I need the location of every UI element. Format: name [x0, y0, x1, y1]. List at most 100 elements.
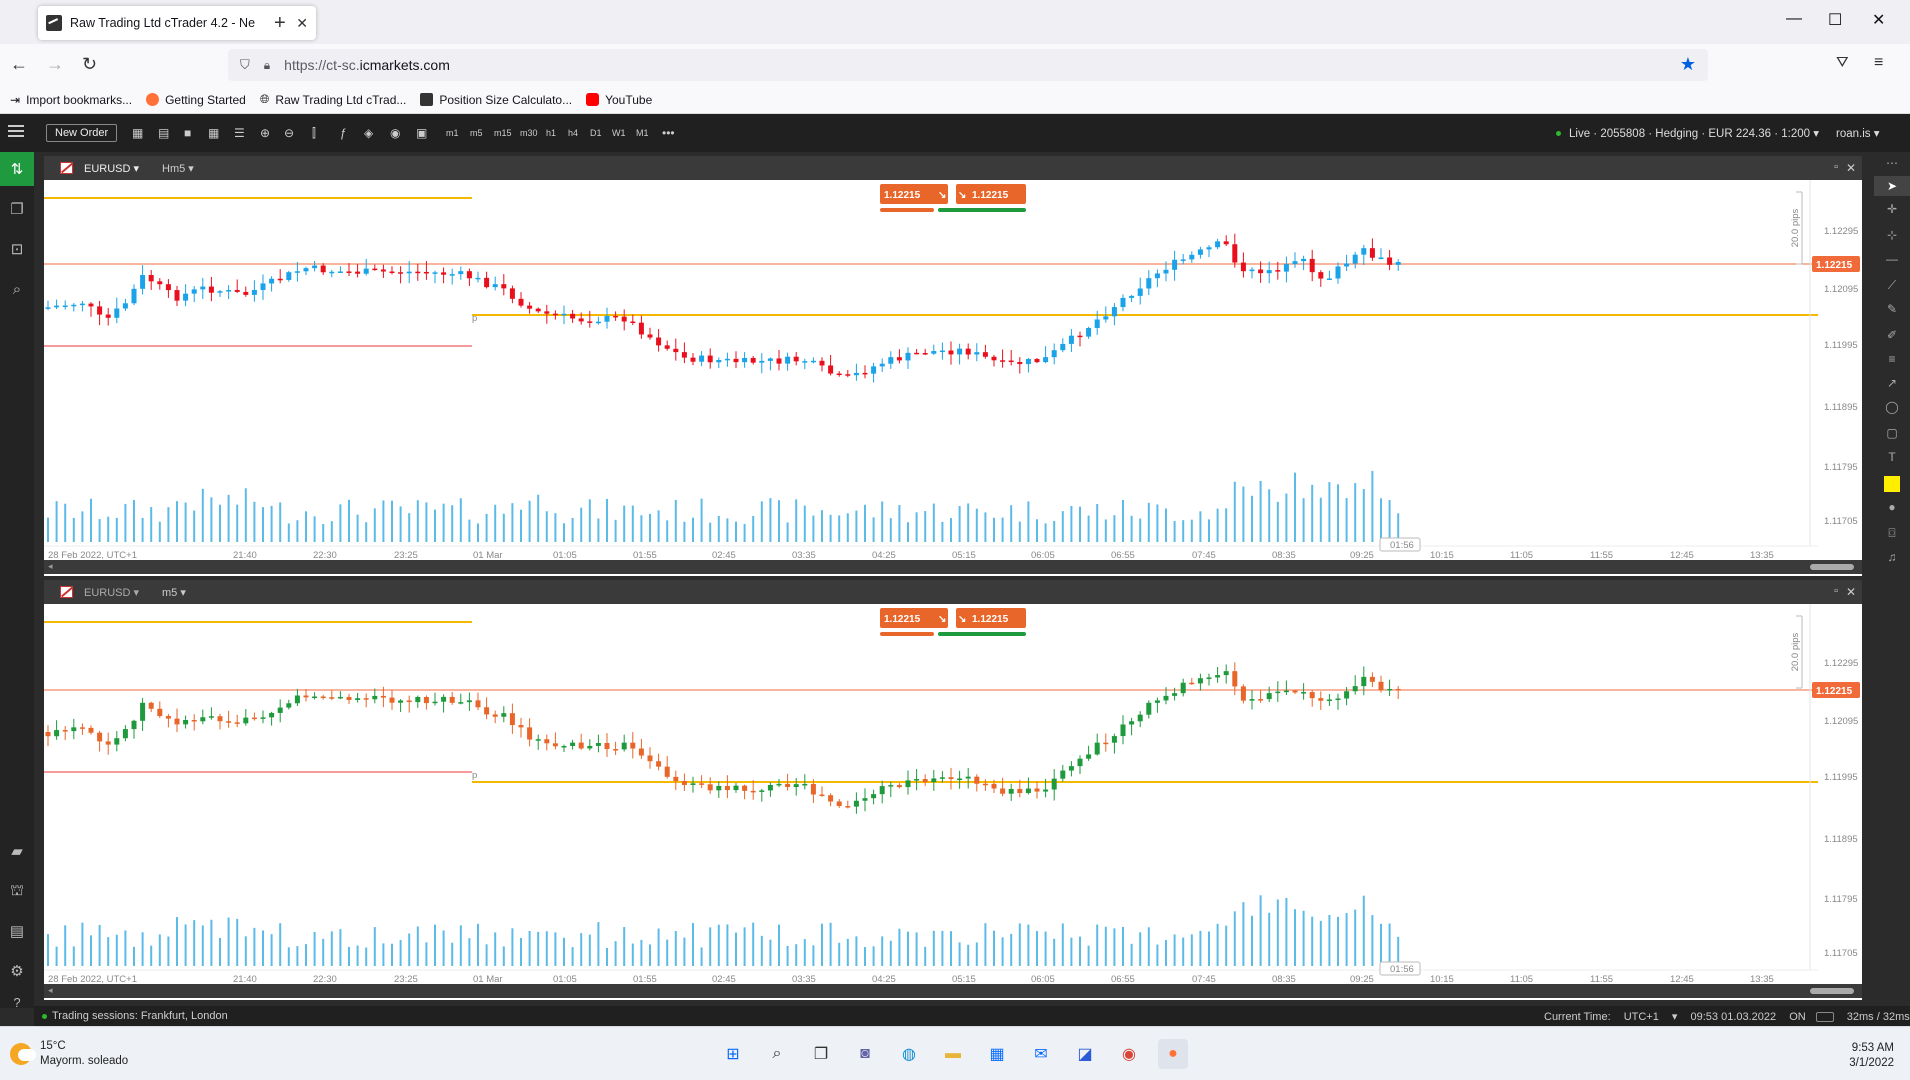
arrow-icon[interactable]: ↗ [1874, 376, 1910, 390]
chart-symbol[interactable]: EURUSD ▾ [84, 162, 139, 175]
bookmark-position-size[interactable]: Position Size Calculato... [420, 93, 572, 107]
pencil-icon[interactable]: ✐ [1874, 328, 1910, 342]
rectangle-icon[interactable]: ▢ [1874, 426, 1910, 440]
close-window-icon[interactable]: ✕ [1872, 10, 1885, 30]
price-chart-svg[interactable]: p 1.12295 1.12095 1.11995 1.11895 1.11795 1.11… [44, 604, 1862, 985]
mail-icon[interactable]: ✉ [1026, 1039, 1056, 1069]
search-icon[interactable]: ⌕ [762, 1039, 792, 1069]
automate-icon[interactable]: ⊡ [0, 232, 34, 266]
lock-icon[interactable]: 🔒︎ [264, 58, 270, 73]
bookmark-getting-started[interactable]: Getting Started [146, 93, 246, 107]
chart-symbol[interactable]: EURUSD ▾ [84, 586, 139, 599]
maximize-icon[interactable]: ☐ [1828, 10, 1842, 30]
eye-icon[interactable]: ◉ [390, 126, 400, 140]
analyze-icon[interactable]: ⌕ [0, 272, 34, 306]
chart-type-icon[interactable]: ⫿ [312, 126, 316, 141]
tf-m1[interactable]: m1 [446, 128, 459, 138]
scroll-thumb[interactable] [1810, 988, 1854, 994]
settings-icon[interactable]: ⚙ [0, 954, 34, 988]
url-text[interactable]: https://ct-sc.icmarkets.com [284, 57, 450, 73]
weather-widget[interactable]: 15°C Mayorm. soleado [10, 1039, 128, 1069]
menu-icon[interactable]: ≡ [1874, 54, 1883, 72]
text-icon[interactable]: T [1874, 450, 1910, 464]
bookmark-star-icon[interactable]: ★ [1680, 54, 1696, 75]
file-explorer-icon[interactable]: ▬ [938, 1039, 968, 1069]
zoom-in-icon[interactable]: ⊕ [260, 126, 270, 140]
layout-icon[interactable]: ▤ [158, 126, 169, 140]
firefox-taskbar-icon[interactable]: ● [1158, 1039, 1188, 1069]
copy-icon[interactable]: ❐ [0, 192, 34, 226]
trendline-icon[interactable]: ⟋ [1874, 278, 1910, 293]
new-tab-icon[interactable]: + [274, 12, 286, 35]
pen-icon[interactable]: ✎ [1874, 302, 1910, 316]
chart-mode-icon[interactable]: ▦ [132, 126, 143, 140]
close-tab-icon[interactable]: ✕ [296, 15, 308, 32]
bookmark-youtube[interactable]: YouTube [586, 93, 652, 107]
edge-icon[interactable]: ◍ [894, 1039, 924, 1069]
back-icon[interactable]: ← [10, 54, 28, 75]
news-icon[interactable]: ▤ [0, 914, 34, 948]
screenshot-icon[interactable]: ▣ [416, 126, 427, 140]
chrome-icon[interactable]: ◉ [1114, 1039, 1144, 1069]
circle-color-icon[interactable]: ● [1874, 500, 1910, 514]
pocket-icon[interactable]: ⛛ [1836, 54, 1849, 71]
alert-bell-icon[interactable]: ♫ [1874, 550, 1910, 564]
horizontal-line-icon[interactable]: — [1874, 252, 1910, 266]
chart-scrollbar[interactable]: ◂ [44, 560, 1862, 574]
measure-icon[interactable]: ⊹ [1874, 228, 1910, 242]
tf-m15[interactable]: m15 [494, 128, 512, 138]
indicator-icon[interactable]: ƒ [340, 126, 347, 140]
url-bar[interactable]: ⛉ 🔒︎ https://ct-sc.icmarkets.com ★ [228, 49, 1708, 81]
zoom-out-icon[interactable]: ⊖ [284, 126, 294, 140]
chart-area[interactable]: p 1.12295 1.12095 1.11995 1.11895 1.11795 1.11… [44, 604, 1862, 985]
minimize-icon[interactable]: — [1786, 10, 1802, 28]
help-icon[interactable]: ? [0, 994, 34, 1010]
close-panel-icon[interactable]: ✕ [1846, 585, 1856, 599]
ellipse-icon[interactable]: ◯ [1874, 400, 1910, 414]
forward-icon[interactable]: → [46, 54, 64, 75]
timezone-select[interactable]: UTC+1 ▾ [1624, 1011, 1678, 1023]
account-info[interactable]: Live · 2055808 · Hedging · EUR 224.36 · … [1556, 126, 1819, 140]
start-icon[interactable]: ⊞ [718, 1039, 748, 1069]
scroll-thumb[interactable] [1810, 564, 1854, 570]
trading-sessions[interactable]: Trading sessions: Frankfurt, London [42, 1010, 228, 1022]
price-chart-svg[interactable]: p 1.12295 1.12095 1.11995 1.11895 1.11795 1.11… [44, 180, 1862, 561]
chart-timeframe[interactable]: Hm5 ▾ [162, 162, 194, 175]
maximize-panel-icon[interactable]: ▫ [1834, 161, 1838, 173]
reload-icon[interactable]: ↻ [82, 54, 97, 75]
tf-w1[interactable]: W1 [612, 128, 626, 138]
portfolio-icon[interactable]: ▰ [0, 834, 34, 868]
bookmark-import[interactable]: ⇥ Import bookmarks... [10, 93, 132, 107]
tf-m30[interactable]: m30 [520, 128, 538, 138]
task-view-icon[interactable]: ❐ [806, 1039, 836, 1069]
bookmark-raw-trading[interactable]: 🌐︎ Raw Trading Ltd cTrad... [260, 92, 407, 107]
maximize-panel-icon[interactable]: ▫ [1834, 585, 1838, 597]
scroll-left-icon[interactable]: ◂ [48, 985, 53, 996]
stack-chart-icon[interactable]: ☰ [234, 126, 245, 140]
app-icon[interactable]: ◪ [1070, 1039, 1100, 1069]
scroll-left-icon[interactable]: ◂ [48, 561, 53, 572]
system-clock[interactable]: 9:53 AM 3/1/2022 [1849, 1041, 1894, 1071]
shield-icon[interactable]: ⛉ [240, 57, 250, 73]
chart-area[interactable]: p 1.12295 1.12095 1.11995 1.11895 1.11795 1.11… [44, 180, 1862, 561]
camera-icon[interactable]: ⌼ [1874, 526, 1910, 541]
chat-icon[interactable]: ◙ [850, 1039, 880, 1069]
tf-h4[interactable]: h4 [568, 128, 578, 138]
tf-mn1[interactable]: M1 [636, 128, 649, 138]
close-panel-icon[interactable]: ✕ [1846, 161, 1856, 175]
grid-chart-icon[interactable]: ▦ [208, 126, 219, 140]
store-icon[interactable]: ⛫ [0, 874, 34, 908]
fibonacci-icon[interactable]: ≡ [1874, 352, 1910, 366]
trade-icon[interactable]: ⇅ [0, 152, 34, 186]
crosshair-icon[interactable]: ✛ [1874, 202, 1910, 216]
user-menu[interactable]: roan.is ▾ [1836, 126, 1880, 140]
single-chart-icon[interactable]: ■ [184, 126, 191, 140]
tf-h1[interactable]: h1 [546, 128, 556, 138]
layers-icon[interactable]: ◈ [364, 126, 373, 140]
more-icon[interactable]: ••• [662, 126, 675, 140]
chart-scrollbar[interactable]: ◂ [44, 984, 1862, 998]
hamburger-menu-icon[interactable] [8, 125, 24, 127]
drag-handle-icon[interactable]: ⋯ [1874, 156, 1910, 170]
tf-d1[interactable]: D1 [590, 128, 602, 138]
new-order-button[interactable]: New Order [46, 124, 118, 142]
